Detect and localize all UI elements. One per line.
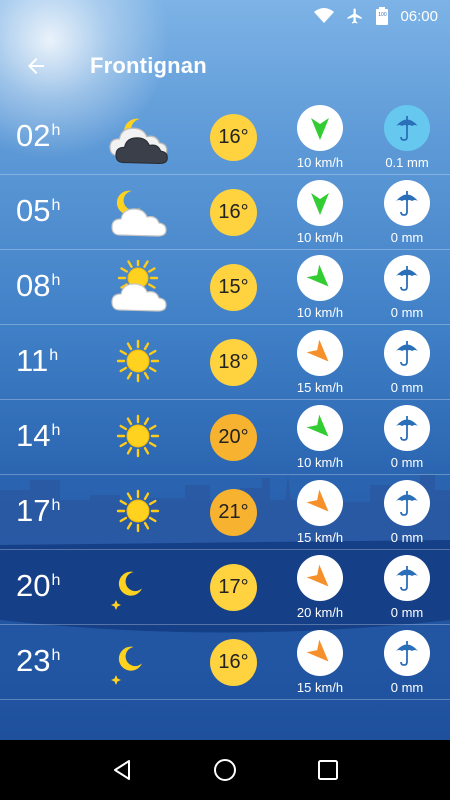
forecast-row: 05h 16° 10 km/h 0 mm <box>0 175 450 250</box>
forecast-row: 11h 18° 15 km/h 0 mm <box>0 325 450 400</box>
forecast-row: 23h 16° 15 km/h 0 mm <box>0 625 450 700</box>
hour-label: 20h <box>16 568 61 603</box>
umbrella-icon <box>384 330 430 376</box>
battery-level: 100 <box>378 12 387 18</box>
moon-icon <box>111 646 142 685</box>
wind-direction-icon <box>297 255 343 301</box>
back-button[interactable] <box>8 40 64 92</box>
forecast-row: 08h 15° 10 km/h 0 mm <box>0 250 450 325</box>
status-bar: 100 06:00 <box>0 0 450 32</box>
wind-speed: 15 km/h <box>296 530 344 545</box>
nav-home-button[interactable] <box>205 750 245 790</box>
app-bar: Frontignan <box>0 40 450 92</box>
moon-icon <box>111 571 142 610</box>
navigation-bar <box>0 740 450 800</box>
wind-speed: 20 km/h <box>296 605 344 620</box>
temperature-badge: 20° <box>210 414 257 461</box>
circle-home-icon <box>213 759 236 781</box>
umbrella-icon <box>384 555 430 601</box>
hour-label: 17h <box>16 493 61 528</box>
nav-back-button[interactable] <box>102 750 142 790</box>
umbrella-icon <box>384 180 430 226</box>
status-time: 06:00 <box>400 7 438 25</box>
app-screen: 100 06:00 Frontignan 02h 16° 10 km/h 0.1… <box>0 0 450 740</box>
temperature-badge: 17° <box>210 564 257 611</box>
temperature-badge: 21° <box>210 489 257 536</box>
wind-direction-icon <box>297 330 343 376</box>
partly-sunny-icon <box>111 260 167 312</box>
hour-label: 05h <box>16 193 61 228</box>
umbrella-icon <box>384 480 430 526</box>
battery-icon: 100 <box>376 7 389 25</box>
hour-label: 02h <box>16 118 61 153</box>
sun-icon <box>116 489 160 533</box>
wind-direction-icon <box>297 180 343 226</box>
location-title: Frontignan <box>90 53 207 78</box>
hourly-forecast-list: 02h 16° 10 km/h 0.1 mm 05h 16° 10 km/h 0… <box>0 100 450 700</box>
airplane-mode-icon <box>346 7 364 25</box>
precipitation-amount: 0 mm <box>390 530 424 545</box>
wind-speed: 15 km/h <box>296 380 344 395</box>
hour-label: 23h <box>16 643 61 678</box>
wind-speed: 10 km/h <box>296 455 344 470</box>
wind-direction-icon <box>297 555 343 601</box>
wind-direction-icon <box>297 480 343 526</box>
umbrella-icon <box>384 105 430 151</box>
triangle-back-icon <box>113 760 130 780</box>
arrow-left-icon <box>28 58 44 74</box>
forecast-row: 17h 21° 15 km/h 0 mm <box>0 475 450 550</box>
forecast-row: 14h 20° 10 km/h 0 mm <box>0 400 450 475</box>
umbrella-icon <box>384 630 430 676</box>
precipitation-amount: 0 mm <box>390 680 424 695</box>
umbrella-icon <box>384 255 430 301</box>
precipitation-amount: 0 mm <box>390 455 424 470</box>
wind-speed: 10 km/h <box>296 155 344 170</box>
temperature-badge: 15° <box>210 264 257 311</box>
wifi-icon <box>314 8 335 24</box>
wind-direction-icon <box>297 405 343 451</box>
hour-label: 11h <box>16 343 59 378</box>
temperature-badge: 16° <box>210 189 257 236</box>
partly-cloudy-night-icon <box>111 190 167 237</box>
temperature-badge: 18° <box>210 339 257 386</box>
hour-label: 08h <box>16 268 61 303</box>
temperature-badge: 16° <box>210 114 257 161</box>
forecast-row: 02h 16° 10 km/h 0.1 mm <box>0 100 450 175</box>
precipitation-amount: 0 mm <box>390 380 424 395</box>
square-recents-icon <box>318 760 339 780</box>
wind-direction-icon <box>297 105 343 151</box>
wind-direction-icon <box>297 630 343 676</box>
precipitation-amount: 0 mm <box>390 605 424 620</box>
forecast-row: 20h 17° 20 km/h 0 mm <box>0 550 450 625</box>
temperature-badge: 16° <box>210 639 257 686</box>
wind-speed: 10 km/h <box>296 230 344 245</box>
nav-recents-button[interactable] <box>308 750 348 790</box>
precipitation-amount: 0 mm <box>390 305 424 320</box>
hour-label: 14h <box>16 418 61 453</box>
precipitation-amount: 0.1 mm <box>385 155 429 170</box>
precipitation-amount: 0 mm <box>390 230 424 245</box>
umbrella-icon <box>384 405 430 451</box>
wind-speed: 15 km/h <box>296 680 344 695</box>
sun-icon <box>116 339 160 383</box>
sun-icon <box>116 414 160 458</box>
cloudy-night-icon <box>109 118 168 165</box>
wind-speed: 10 km/h <box>296 305 344 320</box>
